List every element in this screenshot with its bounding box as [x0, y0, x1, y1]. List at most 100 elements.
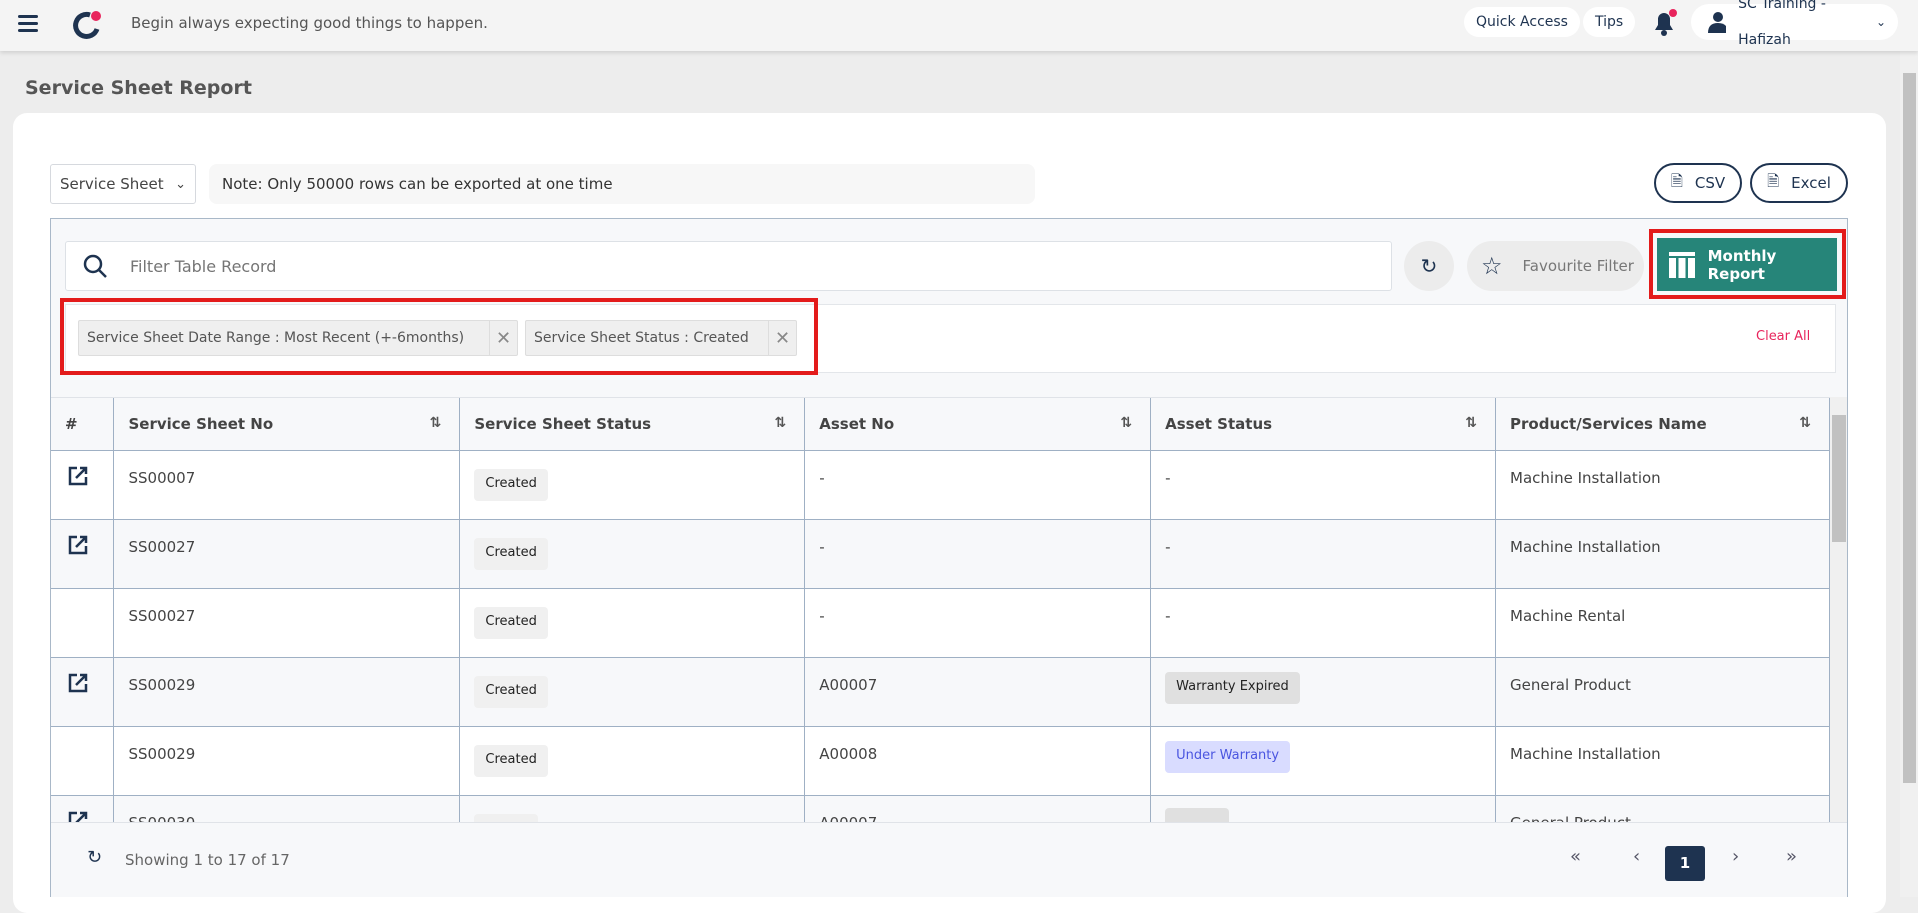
service-sheet-no[interactable]: SS00029	[128, 676, 195, 694]
service-sheet-no[interactable]: SS00029	[128, 745, 195, 763]
star-icon: ☆	[1481, 252, 1503, 280]
status-badge: Created	[474, 537, 548, 570]
product-name-cell: Machine Rental	[1495, 587, 1830, 657]
row-action-cell	[51, 449, 115, 519]
asset-status-cell: Under Warranty	[1150, 725, 1497, 795]
asset-no: A00007	[819, 675, 878, 694]
favourite-filter-button[interactable]: ☆ Favourite Filter	[1467, 241, 1644, 291]
monthly-report-button[interactable]: Monthly Report	[1657, 238, 1837, 291]
service-sheet-status-cell	[459, 794, 806, 823]
table-header-row: # Service Sheet No ⇅ Service Sheet Status…	[51, 398, 1830, 450]
column-header-index: #	[51, 398, 115, 450]
logo[interactable]	[72, 9, 102, 39]
favourite-filter-label: Favourite Filter	[1522, 257, 1634, 275]
table-row: SS00007 Created - - Machine Installation	[51, 449, 1830, 519]
page-1-button[interactable]: 1	[1665, 846, 1705, 881]
refresh-icon[interactable]: ↻	[87, 847, 102, 868]
table-scrollbar-thumb[interactable]	[1832, 415, 1846, 542]
status-badge: Created	[474, 468, 548, 501]
page-scrollbar-thumb[interactable]	[1903, 73, 1916, 783]
quick-access-button[interactable]: Quick Access	[1464, 7, 1580, 37]
product-name: Machine Installation	[1510, 537, 1661, 556]
product-name: Machine Installation	[1510, 468, 1661, 487]
asset-status-cell	[1150, 794, 1497, 823]
filter-input[interactable]	[130, 256, 1330, 276]
user-menu[interactable]: SC Training - Hafizah ⌄	[1691, 0, 1898, 48]
column-header-asset-no[interactable]: Asset No ⇅	[804, 398, 1152, 450]
menu-icon[interactable]	[18, 15, 38, 32]
monthly-report-label: Monthly Report	[1707, 246, 1777, 283]
service-sheet-no[interactable]: SS00027	[128, 538, 195, 556]
table-row: SS00027 Created - - Machine Installation	[51, 518, 1830, 588]
row-action-cell	[51, 656, 115, 726]
service-sheet-no-cell: SS00027	[113, 587, 461, 657]
product-name-cell: Machine Installation	[1495, 518, 1830, 588]
refresh-icon: ↻	[1420, 254, 1438, 278]
user-name: SC Training - Hafizah	[1738, 0, 1826, 48]
service-sheet-no-cell: SS00029	[113, 725, 461, 795]
sort-icon[interactable]: ⇅	[1799, 415, 1811, 431]
search-icon	[83, 254, 107, 278]
notification-bell-icon[interactable]	[1651, 9, 1677, 41]
next-page-button[interactable]: ›	[1732, 846, 1739, 867]
tips-button[interactable]: Tips	[1583, 7, 1636, 37]
product-name-cell: Machine Installation	[1495, 449, 1830, 519]
service-sheet-no-cell: SS00007	[113, 449, 461, 519]
status-badge: Created	[474, 675, 548, 708]
status-badge: Created	[474, 744, 548, 777]
page-title: Service Sheet Report	[25, 77, 252, 99]
sort-icon[interactable]: ⇅	[1120, 415, 1132, 431]
asset-status-cell: Warranty Expired	[1150, 656, 1497, 726]
asset-no-cell: A00007	[804, 656, 1152, 726]
user-icon	[1708, 12, 1727, 33]
sort-icon[interactable]: ⇅	[430, 415, 442, 431]
column-header-service-sheet-status[interactable]: Service Sheet Status ⇅	[459, 398, 806, 450]
open-external-icon[interactable]	[67, 465, 89, 487]
excel-label: Excel	[1791, 174, 1831, 192]
sort-icon[interactable]: ⇅	[1465, 415, 1477, 431]
previous-page-button[interactable]: ‹	[1633, 846, 1640, 867]
column-header-product-services-name[interactable]: Product/Services Name ⇅	[1495, 398, 1830, 450]
product-name: Machine Installation	[1510, 744, 1661, 763]
chevron-down-icon: ⌄	[175, 176, 186, 192]
showing-count: Showing 1 to 17 of 17	[125, 851, 290, 869]
file-excel-icon: 🗎	[1670, 171, 1683, 190]
product-name: Machine Rental	[1510, 606, 1626, 625]
column-header-asset-status[interactable]: Asset Status ⇅	[1150, 398, 1497, 450]
sort-icon[interactable]: ⇅	[775, 415, 787, 431]
export-note: Note: Only 50000 rows can be exported at…	[209, 164, 1035, 204]
table-scrollbar[interactable]	[1830, 397, 1847, 823]
service-sheet-no-cell: SS00030	[113, 794, 461, 823]
service-sheet-no[interactable]: SS00007	[128, 469, 195, 487]
close-icon[interactable]: ✕	[489, 321, 517, 355]
open-external-icon[interactable]	[67, 810, 89, 824]
open-external-icon[interactable]	[67, 534, 89, 556]
filter-search-box[interactable]	[65, 241, 1392, 291]
first-page-button[interactable]: «	[1570, 846, 1581, 867]
service-sheet-status-cell: Created	[459, 449, 806, 519]
product-name-cell: General Product	[1495, 794, 1830, 823]
close-icon[interactable]: ✕	[768, 321, 796, 355]
asset-no-cell: A00008	[804, 725, 1152, 795]
clear-all-link[interactable]: Clear All	[1756, 329, 1810, 344]
open-external-icon[interactable]	[67, 672, 89, 694]
csv-export-button[interactable]: 🗎 CSV	[1654, 163, 1742, 203]
excel-export-button[interactable]: 🗎 Excel	[1750, 163, 1848, 203]
status-badge: Created	[474, 606, 548, 639]
refresh-button[interactable]: ↻	[1404, 241, 1454, 291]
filter-chip-label: Service Sheet Date Range : Most Recent (…	[87, 330, 465, 346]
asset-status-value: -	[1165, 606, 1171, 625]
service-sheet-status-cell: Created	[459, 587, 806, 657]
filter-chip-label: Service Sheet Status : Created	[534, 330, 749, 346]
filter-chip-date-range: Service Sheet Date Range : Most Recent (…	[78, 320, 518, 356]
asset-no: -	[819, 606, 825, 625]
service-sheet-no[interactable]: SS00027	[128, 607, 195, 625]
data-table: # Service Sheet No ⇅ Service Sheet Status…	[51, 397, 1830, 823]
asset-no-cell: -	[804, 587, 1152, 657]
last-page-button[interactable]: »	[1786, 846, 1797, 867]
asset-status-value: -	[1165, 468, 1171, 487]
service-sheet-status-cell: Created	[459, 656, 806, 726]
table-panel: ↻ ☆ Favourite Filter Monthly Report Serv…	[50, 218, 1848, 897]
report-type-select[interactable]: Service Sheet ⌄	[50, 164, 196, 204]
column-header-service-sheet-no[interactable]: Service Sheet No ⇅	[113, 398, 461, 450]
